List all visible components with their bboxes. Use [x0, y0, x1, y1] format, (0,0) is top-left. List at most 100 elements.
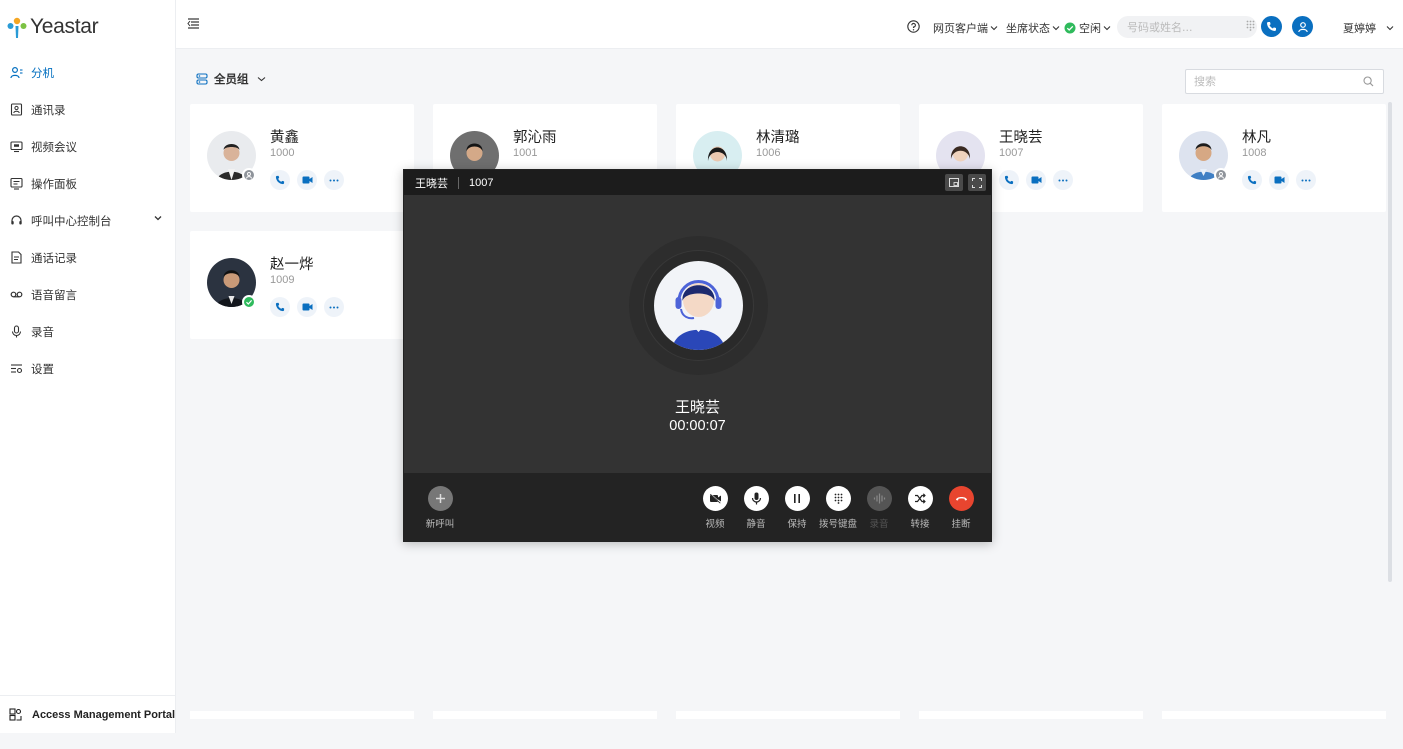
extension-card[interactable]: 赵一烨 1009	[190, 231, 414, 339]
chevron-down-icon	[1052, 26, 1060, 31]
video-toggle-button[interactable]	[702, 486, 728, 511]
extension-number: 1000	[270, 147, 295, 159]
sidebar-item-video-conference[interactable]: 视频会议	[0, 128, 176, 165]
content-scrollbar[interactable]	[1388, 102, 1392, 582]
fullscreen-button[interactable]	[968, 174, 986, 191]
dialpad-icon[interactable]	[1246, 20, 1255, 31]
more-icon	[1058, 179, 1068, 181]
hold-control[interactable]: 保持	[777, 486, 817, 530]
dialpad-icon	[834, 493, 842, 504]
extension-search-input[interactable]	[1185, 69, 1384, 94]
sidebar-item-call-center[interactable]: 呼叫中心控制台	[0, 202, 176, 239]
call-title-name: 王晓芸	[415, 176, 448, 190]
extension-number: 1001	[513, 147, 538, 159]
collapse-menu-icon[interactable]	[187, 17, 200, 30]
offline-user-icon	[246, 172, 252, 179]
hangup-control[interactable]: 挂断	[941, 486, 981, 530]
sidebar-item-settings[interactable]: 设置	[0, 350, 176, 387]
video-call-button[interactable]	[297, 297, 317, 317]
extension-name: 赵一烨	[270, 257, 314, 273]
search-icon[interactable]	[1363, 76, 1374, 87]
sidebar-item-operator-panel[interactable]: 操作面板	[0, 165, 176, 202]
audio-call-button[interactable]	[270, 297, 290, 317]
sidebar-item-label: 录音	[31, 324, 54, 339]
sidebar-nav: 分机 通讯录 视频会议 操作面板 呼叫中心控制台 通话记录 语音留言 录音 设置	[0, 54, 176, 387]
sidebar-item-label: 语音留言	[31, 287, 77, 302]
video-off-icon	[709, 493, 721, 504]
audio-call-button[interactable]	[999, 170, 1019, 190]
video-camera-icon	[1031, 176, 1041, 184]
sidebar-item-label: 呼叫中心控制台	[31, 213, 112, 228]
mute-label: 静音	[746, 519, 766, 530]
video-call-button[interactable]	[1026, 170, 1046, 190]
user-name: 夏婷婷	[1343, 22, 1376, 35]
operator-panel-icon	[10, 177, 23, 190]
call-timer: 00:00:07	[669, 418, 726, 434]
portal-icon	[9, 708, 22, 721]
video-call-button[interactable]	[1269, 170, 1289, 190]
new-call-control[interactable]: 新呼叫	[420, 486, 460, 530]
available-check-icon	[246, 299, 253, 305]
user-avatar[interactable]	[1292, 16, 1313, 37]
video-control[interactable]: 视频	[695, 486, 735, 530]
dial-search-input[interactable]	[1117, 16, 1257, 38]
keypad-label: 拨号键盘	[818, 519, 857, 530]
extension-name: 林清璐	[756, 130, 800, 146]
fullscreen-icon	[972, 177, 982, 188]
card-stub	[919, 711, 1143, 719]
sidebar-item-recordings[interactable]: 录音	[0, 313, 176, 350]
user-menu[interactable]: 夏婷婷	[1343, 20, 1394, 36]
contacts-icon	[10, 103, 23, 116]
agent-status-dropdown[interactable]: 坐席状态	[1006, 20, 1060, 36]
user-icon	[1297, 21, 1308, 32]
top-header: 网页客户端 坐席状态 空闲 夏婷婷	[176, 0, 1403, 49]
chevron-down-icon	[1103, 26, 1111, 31]
picture-in-picture-icon	[949, 178, 959, 187]
web-client-dropdown[interactable]: 网页客户端	[933, 20, 998, 36]
transfer-button[interactable]	[907, 486, 933, 511]
headset-icon	[10, 214, 23, 227]
logo-text: Yeastar	[30, 15, 99, 38]
sidebar-item-extensions[interactable]: 分机	[0, 54, 176, 91]
available-status-icon	[1064, 22, 1076, 34]
chevron-down-icon[interactable]	[154, 215, 162, 221]
status-badge	[1214, 168, 1228, 182]
sidebar-item-call-logs[interactable]: 通话记录	[0, 239, 176, 276]
more-options-button[interactable]	[324, 170, 344, 190]
help-icon[interactable]	[907, 20, 920, 33]
transfer-control[interactable]: 转接	[900, 486, 940, 530]
call-title-ext: 1007	[469, 176, 494, 189]
sidebar-item-label: 通话记录	[31, 250, 77, 265]
group-selector[interactable]: 全员组	[196, 71, 266, 87]
keypad-control[interactable]: 拨号键盘	[818, 486, 858, 530]
sidebar-item-voicemail[interactable]: 语音留言	[0, 276, 176, 313]
hangup-button[interactable]	[948, 486, 974, 511]
minimize-window-button[interactable]	[945, 174, 963, 191]
mute-button[interactable]	[743, 486, 769, 511]
hold-button[interactable]	[784, 486, 810, 511]
more-options-button[interactable]	[1053, 170, 1073, 190]
audio-call-button[interactable]	[270, 170, 290, 190]
new-call-button[interactable]	[427, 486, 453, 511]
keypad-button[interactable]	[825, 486, 851, 511]
call-button[interactable]	[1261, 16, 1282, 37]
yeastar-logo[interactable]: Yeastar	[6, 14, 99, 40]
card-stub	[433, 711, 657, 719]
more-options-button[interactable]	[324, 297, 344, 317]
extension-card[interactable]: 黄鑫 1000	[190, 104, 414, 212]
presence-dropdown[interactable]: 空闲	[1064, 20, 1111, 36]
sidebar-item-contacts[interactable]: 通讯录	[0, 91, 176, 128]
more-options-button[interactable]	[1296, 170, 1316, 190]
audio-call-button[interactable]	[1242, 170, 1262, 190]
status-badge	[242, 168, 256, 182]
more-icon	[329, 179, 339, 181]
extension-card[interactable]: 林凡 1008	[1162, 104, 1386, 212]
video-label: 视频	[705, 519, 725, 530]
video-call-button[interactable]	[297, 170, 317, 190]
phone-icon	[275, 302, 285, 312]
call-title-bar[interactable]: 王晓芸 1007	[404, 170, 991, 195]
offline-user-icon	[1218, 172, 1224, 179]
sidebar-item-label: 通讯录	[31, 102, 66, 117]
access-management-portal-link[interactable]: Access Management Portal	[0, 695, 176, 733]
mute-control[interactable]: 静音	[736, 486, 776, 530]
